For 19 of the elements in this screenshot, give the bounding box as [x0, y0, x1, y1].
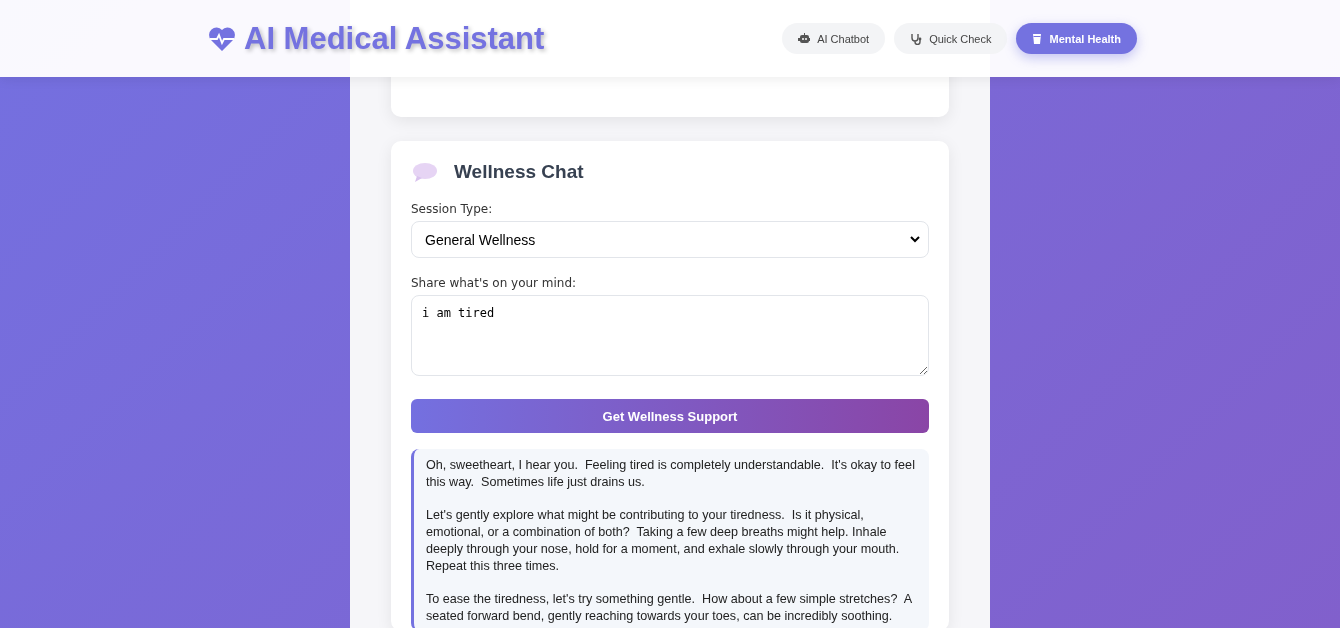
- nav-tab[interactable]: Mental Health: [1016, 23, 1137, 54]
- nav-tab[interactable]: AI Chatbot: [782, 23, 886, 54]
- stethoscope-icon: [910, 32, 923, 45]
- field-label: Session Type:: [411, 202, 494, 216]
- message-input[interactable]: i am tired: [411, 295, 929, 376]
- robot-icon: [798, 33, 811, 44]
- cup-icon: [1032, 32, 1043, 45]
- response-paragraph: Oh, sweetheart, I hear you. Feeling tired is completely understandable. It's okay to feel this way. Sometimes life just drains us.: [426, 457, 915, 491]
- speech-bubble-icon: [411, 161, 438, 183]
- session-type-select[interactable]: General Wellness: [411, 221, 929, 258]
- response-paragraph: To ease the tiredness, let's try something gentle. How about a few simple stretches? A seated forward bend, gently reaching towards your toes, can be incredibly soothing.: [426, 591, 913, 625]
- response-paragraph: Let's gently explore what might be contributing to your tiredness. Is it physical, emotional, or a combination of both? Taking a few deep breaths might help. Inhale deeply through your nose, hold for a moment, and exhale slowly through your mouth. Repeat this three times.: [426, 507, 901, 575]
- field-label: Share what's on your mind:: [411, 276, 578, 290]
- nav-tab[interactable]: Quick Check: [894, 23, 1008, 54]
- card-title: Wellness Chat: [454, 161, 584, 183]
- heart-pulse-icon: [208, 25, 236, 52]
- submit-button[interactable]: Get Wellness Support: [411, 399, 929, 433]
- chevron-icon: [910, 236, 920, 243]
- app-title: AI Medical Assistant: [244, 20, 545, 57]
